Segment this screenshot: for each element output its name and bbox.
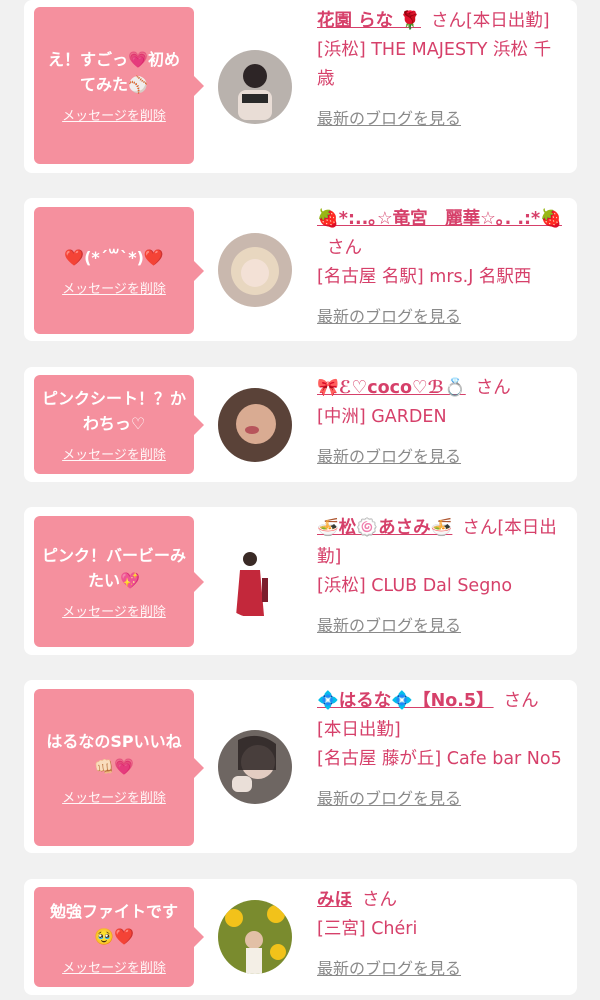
avatar[interactable] — [218, 50, 292, 124]
delete-message-link[interactable]: メッセージを削除 — [62, 601, 166, 620]
cast-info: 花園 らな 🌹 さん[本日出勤] [浜松] THE MAJESTY 浜松 千歳 最… — [317, 7, 565, 134]
shop-name: [中洲] GARDEN — [317, 407, 447, 427]
latest-blog-link[interactable]: 最新のブログを見る — [317, 104, 461, 133]
avatar[interactable] — [218, 900, 292, 974]
avatar[interactable] — [218, 730, 292, 804]
honorific: さん — [430, 11, 466, 31]
message-bubble: ピンクシート！？かわちっ♡ メッセージを削除 — [34, 375, 194, 474]
shop-name: [名古屋 名駅] mrs.J 名駅西 — [317, 267, 532, 287]
message-bubble: ピンク！バービーみたい💖 メッセージを削除 — [34, 516, 194, 647]
work-status: [本日出勤] — [317, 720, 401, 740]
message-text: ピンク！バービーみたい💖 — [42, 546, 187, 590]
message-bubble: 勉強ファイトです🥹❤️ メッセージを削除 — [34, 887, 194, 987]
avatar[interactable] — [218, 233, 292, 307]
latest-blog-link[interactable]: 最新のブログを見る — [317, 442, 461, 471]
message-card: え！すごっ💗初めてみた⚾ メッセージを削除 花園 らな 🌹 さん[本日出勤] [浜… — [24, 0, 577, 173]
latest-blog-link[interactable]: 最新のブログを見る — [317, 302, 461, 331]
honorific: さん — [462, 518, 498, 538]
shop-name: [三宮] Chéri — [317, 919, 418, 939]
message-bubble: え！すごっ💗初めてみた⚾ メッセージを削除 — [34, 7, 194, 164]
work-status: [本日出勤] — [465, 11, 550, 31]
honorific: さん — [475, 378, 511, 398]
message-card: 勉強ファイトです🥹❤️ メッセージを削除 みほ さん [三宮] Chéri 最新の… — [24, 879, 577, 995]
shop-name: [浜松] THE MAJESTY 浜松 千歳 — [317, 40, 552, 89]
cast-info: 🍜松🍥あさみ🍜 さん[本日出勤] [浜松] CLUB Dal Segno 最新のブ… — [317, 514, 565, 641]
avatar[interactable] — [218, 388, 292, 462]
latest-blog-link[interactable]: 最新のブログを見る — [317, 954, 461, 983]
delete-message-link[interactable]: メッセージを削除 — [62, 787, 166, 806]
delete-message-link[interactable]: メッセージを削除 — [62, 444, 166, 463]
avatar[interactable] — [218, 544, 292, 618]
cast-info: みほ さん [三宮] Chéri 最新のブログを見る — [317, 886, 565, 984]
message-text: ピンクシート！？かわちっ♡ — [42, 389, 187, 433]
cast-info: 🍓*:..｡☆竜宮 麗華☆｡. .:*🍓 さん [名古屋 名駅] mrs.J 名駅… — [317, 205, 565, 332]
message-text: 勉強ファイトです🥹❤️ — [49, 901, 178, 946]
message-card: ❤️(*´꒳`*)❤️ メッセージを削除 🍓*:..｡☆竜宮 麗華☆｡. .:*… — [24, 198, 577, 341]
message-text: ❤️(*´꒳`*)❤️ — [64, 247, 164, 267]
delete-message-link[interactable]: メッセージを削除 — [62, 957, 166, 976]
cast-name-link[interactable]: 花園 らな 🌹 — [317, 11, 421, 31]
cast-name-link[interactable]: 🎀ℰ♡coco♡ℬ💍 — [317, 378, 466, 398]
message-text: え！すごっ💗初めてみた⚾ — [48, 50, 180, 94]
message-card: ピンクシート！？かわちっ♡ メッセージを削除 🎀ℰ♡coco♡ℬ💍 さん [中洲]… — [24, 367, 577, 482]
message-card: はるなのSPいいね👊🏻💗 メッセージを削除 💠はるな💠【No.5】 さん [本日出… — [24, 680, 577, 853]
message-bubble: ❤️(*´꒳`*)❤️ メッセージを削除 — [34, 207, 194, 334]
like-message-list: え！すごっ💗初めてみた⚾ メッセージを削除 花園 らな 🌹 さん[本日出勤] [浜… — [0, 0, 600, 1000]
latest-blog-link[interactable]: 最新のブログを見る — [317, 611, 461, 640]
latest-blog-link[interactable]: 最新のブログを見る — [317, 784, 461, 813]
shop-name: [浜松] CLUB Dal Segno — [317, 576, 513, 596]
honorific: さん — [327, 238, 362, 258]
honorific: さん — [362, 890, 397, 910]
message-bubble: はるなのSPいいね👊🏻💗 メッセージを削除 — [34, 689, 194, 846]
message-text: はるなのSPいいね👊🏻💗 — [46, 732, 182, 776]
cast-info: 💠はるな💠【No.5】 さん [本日出勤] [名古屋 藤が丘] Cafe bar … — [317, 687, 565, 814]
message-card: ピンク！バービーみたい💖 メッセージを削除 🍜松🍥あさみ🍜 さん[本日出勤] [浜… — [24, 507, 577, 655]
cast-name-link[interactable]: 🍓*:..｡☆竜宮 麗華☆｡. .:*🍓 — [317, 209, 562, 229]
cast-name-link[interactable]: 🍜松🍥あさみ🍜 — [317, 518, 452, 538]
honorific: さん — [503, 691, 539, 711]
delete-message-link[interactable]: メッセージを削除 — [62, 278, 166, 297]
shop-name: [名古屋 藤が丘] Cafe bar No5 — [317, 749, 562, 769]
cast-info: 🎀ℰ♡coco♡ℬ💍 さん [中洲] GARDEN 最新のブログを見る — [317, 374, 565, 472]
cast-name-link[interactable]: 💠はるな💠【No.5】 — [317, 691, 494, 711]
cast-name-link[interactable]: みほ — [317, 890, 352, 910]
delete-message-link[interactable]: メッセージを削除 — [62, 105, 166, 124]
